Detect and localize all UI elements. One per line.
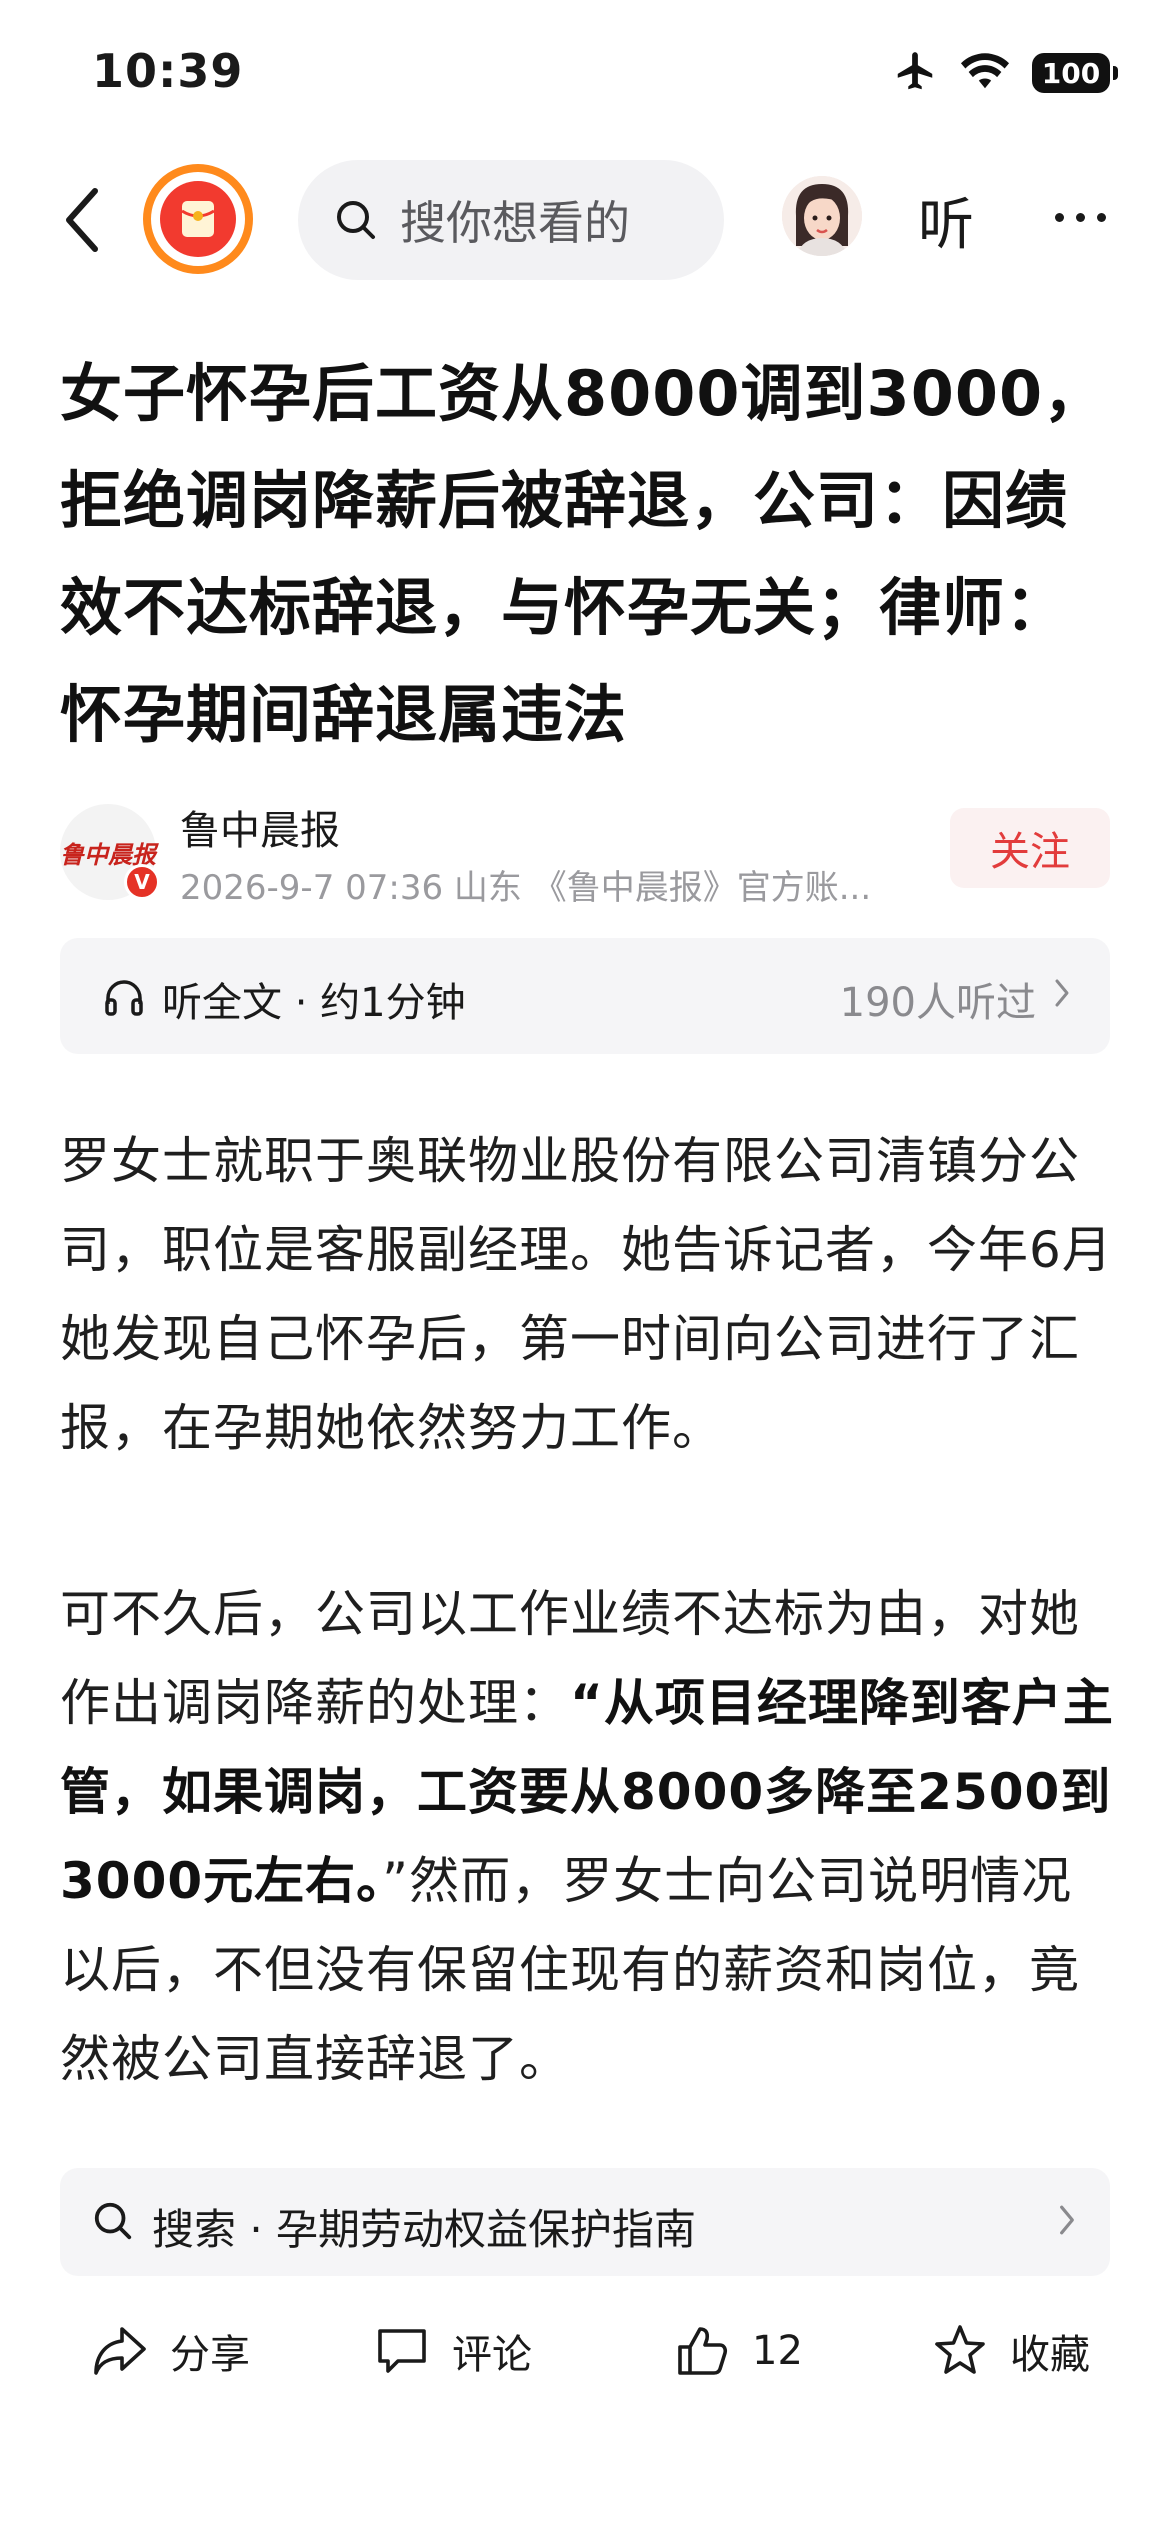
article-title: 女子怀孕后工资从8000调到3000，拒绝调岗降薪后被辞退，公司：因绩效不达标辞… [60, 357, 1107, 751]
like-count: 12 [752, 2328, 803, 2374]
content-fade [0, 2130, 1170, 2160]
favorite-label: 收藏 [1010, 2332, 1090, 2378]
article-paragraph: 罗女士就职于奥联物业股份有限公司清镇分公司，职位是客服副经理。她告诉记者，今年6… [60, 1132, 1113, 1457]
wifi-icon [960, 51, 1010, 95]
share-icon [94, 2327, 146, 2375]
airplane-icon [892, 48, 938, 98]
author-row: 鲁中晨报 V 鲁中晨报 2026-9-7 07:36 山东 《鲁中晨报》官方账.… [60, 798, 1110, 908]
more-options-button[interactable] [1040, 182, 1120, 252]
comment-icon [378, 2329, 426, 2373]
author-meta: 2026-9-7 07:36 山东 《鲁中晨报》官方账... [180, 868, 872, 908]
back-button[interactable] [46, 180, 116, 260]
related-search-text: 搜索 · 孕期劳动权益保护指南 [152, 2205, 697, 2254]
status-bar: 10:39 100 [0, 0, 1170, 150]
comment-button[interactable]: 评论 [374, 2316, 532, 2386]
headphones-icon [102, 974, 146, 1022]
user-avatar[interactable] [782, 176, 862, 256]
search-icon [92, 2200, 134, 2246]
like-button[interactable]: 12 [674, 2316, 803, 2386]
battery-indicator: 100 [1032, 53, 1118, 93]
verified-badge: V [124, 864, 160, 900]
search-icon [337, 201, 375, 239]
red-packet-icon [160, 181, 236, 257]
more-dot-icon [1075, 212, 1085, 222]
chevron-right-icon [1058, 2204, 1076, 2240]
status-icons: 100 [892, 48, 1118, 98]
related-search-bar[interactable]: 搜索 · 孕期劳动权益保护指南 [60, 2168, 1110, 2276]
favorite-button[interactable]: 收藏 [932, 2316, 1090, 2386]
star-icon [935, 2325, 985, 2374]
follow-button[interactable]: 关注 [950, 808, 1110, 888]
more-dot-icon [1054, 212, 1064, 222]
search-placeholder: 搜你想看的 [400, 196, 630, 250]
comment-label: 评论 [452, 2332, 532, 2378]
share-button[interactable]: 分享 [92, 2316, 250, 2386]
listen-count: 190人听过 [839, 980, 1036, 1026]
thumbs-up-icon [678, 2327, 728, 2375]
author-name[interactable]: 鲁中晨报 [180, 798, 340, 856]
chevron-left-icon [66, 188, 98, 252]
article-paragraph: 可不久后，公司以工作业绩不达标为由，对她作出调岗降薪的处理：“从项目经理降到客户… [60, 1570, 1120, 2104]
listen-full-text-bar[interactable]: 听全文 · 约1分钟 190人听过 [60, 938, 1110, 1054]
more-dot-icon [1096, 212, 1106, 222]
listen-full-text-label: 听全文 · 约1分钟 [162, 980, 466, 1026]
search-input[interactable]: 搜你想看的 [298, 160, 724, 280]
bottom-action-bar: 分享 评论 12 收藏 [0, 2300, 1170, 2400]
red-packet-button[interactable] [143, 164, 253, 274]
share-label: 分享 [170, 2332, 250, 2378]
nav-bar: 搜你想看的 听 [0, 150, 1170, 290]
chevron-right-icon [1054, 978, 1070, 1012]
status-time: 10:39 [92, 44, 244, 98]
listen-button[interactable]: 听 [918, 180, 974, 261]
